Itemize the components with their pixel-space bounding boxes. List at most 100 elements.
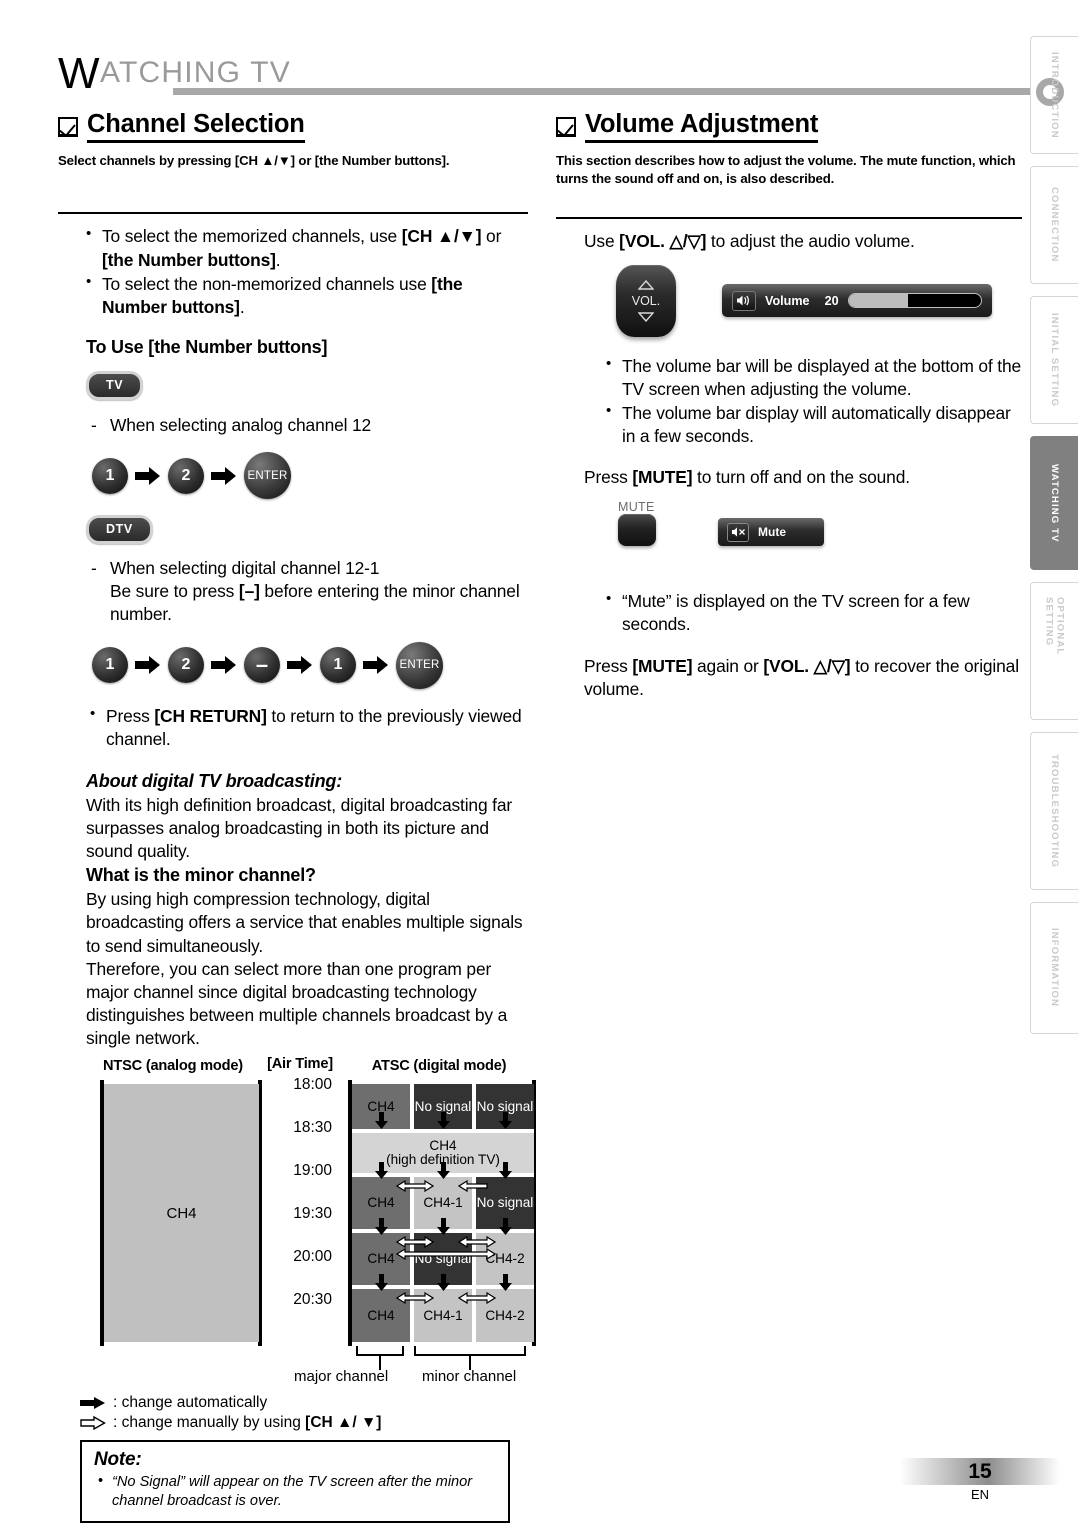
tab-introduction[interactable]: INTRODUCTION: [1030, 36, 1078, 154]
volume-osd-label: Volume: [765, 293, 810, 308]
diagram-legend: : change automatically : change manually…: [80, 1394, 528, 1432]
mode-badge-dtv: DTV: [86, 515, 153, 545]
list-item: The volume bar display will automaticall…: [602, 401, 1022, 448]
time-label: 18:30: [293, 1119, 332, 1137]
left-column: Channel Selection Select channels by pre…: [58, 110, 536, 1524]
arrow-lr-icon: [458, 1236, 496, 1249]
key-2[interactable]: 2: [168, 647, 204, 684]
triangle-up-icon: [638, 279, 654, 290]
arrow-down-icon: [375, 1274, 388, 1292]
ch-return-bullets: Press [CH RETURN] to return to the previ…: [62, 704, 528, 751]
brace-minor: [414, 1346, 526, 1357]
arrow-down-icon: [375, 1162, 388, 1180]
page-title-initial: W: [58, 49, 101, 98]
page-number-band: 15: [900, 1458, 1060, 1485]
minor-channel-heading: What is the minor channel?: [86, 865, 316, 886]
mute-button-label: MUTE: [618, 500, 655, 515]
list-item: To select the non-memorized channels use…: [82, 272, 528, 319]
section-tabs: INTRODUCTION CONNECTION INITIAL SETTING …: [1022, 36, 1080, 1046]
key-2[interactable]: 2: [168, 457, 204, 494]
digital-instruction-line1: When selecting digital channel 12-1: [110, 558, 380, 579]
key-1-minor[interactable]: 1: [320, 647, 356, 684]
key-enter[interactable]: ENTER: [396, 641, 443, 689]
triangle-down-icon: [638, 311, 654, 322]
arrow-down-icon: [437, 1274, 450, 1292]
arrow-down-icon: [499, 1274, 512, 1292]
key-minus[interactable]: –: [244, 647, 280, 684]
brace-minor-label: minor channel: [422, 1368, 517, 1386]
page-language: EN: [970, 1487, 990, 1502]
tab-watching-tv[interactable]: WATCHING TV: [1030, 436, 1078, 570]
channel-selection-heading: Channel Selection: [58, 110, 528, 144]
note-title: Note:: [94, 1449, 142, 1471]
tab-optional-setting[interactable]: OPTIONAL SETTING: [1030, 582, 1078, 720]
list-item: The volume bar will be displayed at the …: [602, 354, 1022, 401]
arrow-right-icon: [135, 656, 160, 675]
arrow-down-icon: [499, 1218, 512, 1236]
mute-controls-row: MUTE Mute: [618, 500, 1022, 547]
volume-controls-row: VOL. Volume 20: [616, 264, 1022, 337]
note-item: “No Signal” will appear on the TV screen…: [94, 1472, 498, 1511]
arrow-right-solid-icon: [80, 1397, 105, 1410]
channel-selection-title: Channel Selection: [87, 110, 305, 144]
arrow-down-icon: [437, 1218, 450, 1236]
checkbox-icon: [556, 117, 576, 137]
arrow-down-icon: [437, 1112, 450, 1130]
legend-manual-label: : change manually by using [CH ▲/ ▼]: [113, 1414, 382, 1432]
key-enter[interactable]: ENTER: [244, 452, 291, 500]
minor-channel-body-2: Therefore, you can select more than one …: [86, 958, 508, 1049]
mute-bullets: “Mute” is displayed on the TV screen for…: [578, 589, 1022, 636]
ntsc-ch4-block: CH4: [104, 1084, 259, 1343]
arrow-right-hollow-icon: [80, 1416, 106, 1431]
list-item: Press [CH RETURN] to return to the previ…: [86, 704, 528, 751]
arrow-lr-icon: [396, 1236, 434, 1249]
divider-left: [58, 212, 528, 215]
analog-instruction: When selecting analog channel 12: [86, 414, 528, 437]
speaker-glyph: [737, 295, 749, 306]
mute-instruction: Press [MUTE] to turn off and on the soun…: [584, 467, 910, 488]
tab-information[interactable]: INFORMATION: [1030, 902, 1078, 1034]
brace-major: [356, 1346, 404, 1357]
time-label: 20:30: [293, 1291, 332, 1309]
ntsc-header: NTSC (analog mode): [103, 1058, 243, 1075]
key-1[interactable]: 1: [92, 647, 128, 684]
atsc-grid: CH4 No signal No signal CH4 (high defini…: [352, 1084, 534, 1343]
volume-bar-fill: [848, 294, 909, 308]
channel-bullets: To select the memorized channels, use [C…: [58, 224, 528, 319]
page-title-rest: ATCHING TV: [100, 56, 291, 89]
time-label: 19:00: [293, 1162, 332, 1180]
mute-glyph: [731, 527, 745, 537]
mode-badge-tv: TV: [86, 370, 144, 400]
mute-osd-label: Mute: [758, 525, 786, 540]
mute-button[interactable]: [618, 514, 656, 547]
divider-right: [556, 217, 1022, 220]
arrow-left-icon: [458, 1180, 488, 1193]
arrow-down-icon: [437, 1162, 450, 1180]
arrow-down-icon: [499, 1162, 512, 1180]
vol-button-label: VOL.: [631, 293, 661, 308]
page-footer: 15 EN: [900, 1458, 1060, 1502]
time-label: 18:00: [293, 1076, 332, 1094]
manual-page: WATCHING TV Channel Selection Select cha…: [0, 0, 1080, 1526]
volume-bar-track[interactable]: [847, 293, 982, 309]
arrow-right-icon: [287, 656, 312, 675]
checkbox-icon: [58, 117, 78, 137]
tab-troubleshooting[interactable]: TROUBLESHOOTING: [1030, 732, 1078, 890]
airtime-diagram: NTSC (analog mode) [Air Time] ATSC (digi…: [82, 1056, 538, 1385]
tab-connection[interactable]: CONNECTION: [1030, 166, 1078, 284]
vol-button[interactable]: VOL.: [616, 264, 676, 337]
minor-channel-body-1: By using high compression technology, di…: [86, 889, 523, 956]
channel-selection-subtitle: Select channels by pressing [CH ▲/▼] or …: [58, 153, 450, 169]
legend-manual-row: : change manually by using [CH ▲/ ▼]: [80, 1414, 528, 1432]
recover-instruction: Press [MUTE] again or [VOL. △/▽] to reco…: [584, 655, 1019, 699]
arrow-lr-icon: [396, 1292, 434, 1305]
arrow-right-icon: [211, 656, 236, 675]
list-item: “Mute” is displayed on the TV screen for…: [602, 589, 1022, 636]
page-header: WATCHING TV: [58, 48, 1064, 106]
key-1[interactable]: 1: [92, 457, 128, 494]
analog-key-sequence: 1 2 ENTER: [92, 452, 528, 500]
arrow-right-icon: [135, 466, 160, 485]
mute-button-wrap: MUTE: [618, 500, 656, 547]
volume-adjustment-title: Volume Adjustment: [585, 110, 818, 144]
tab-initial-setting[interactable]: INITIAL SETTING: [1030, 296, 1078, 424]
